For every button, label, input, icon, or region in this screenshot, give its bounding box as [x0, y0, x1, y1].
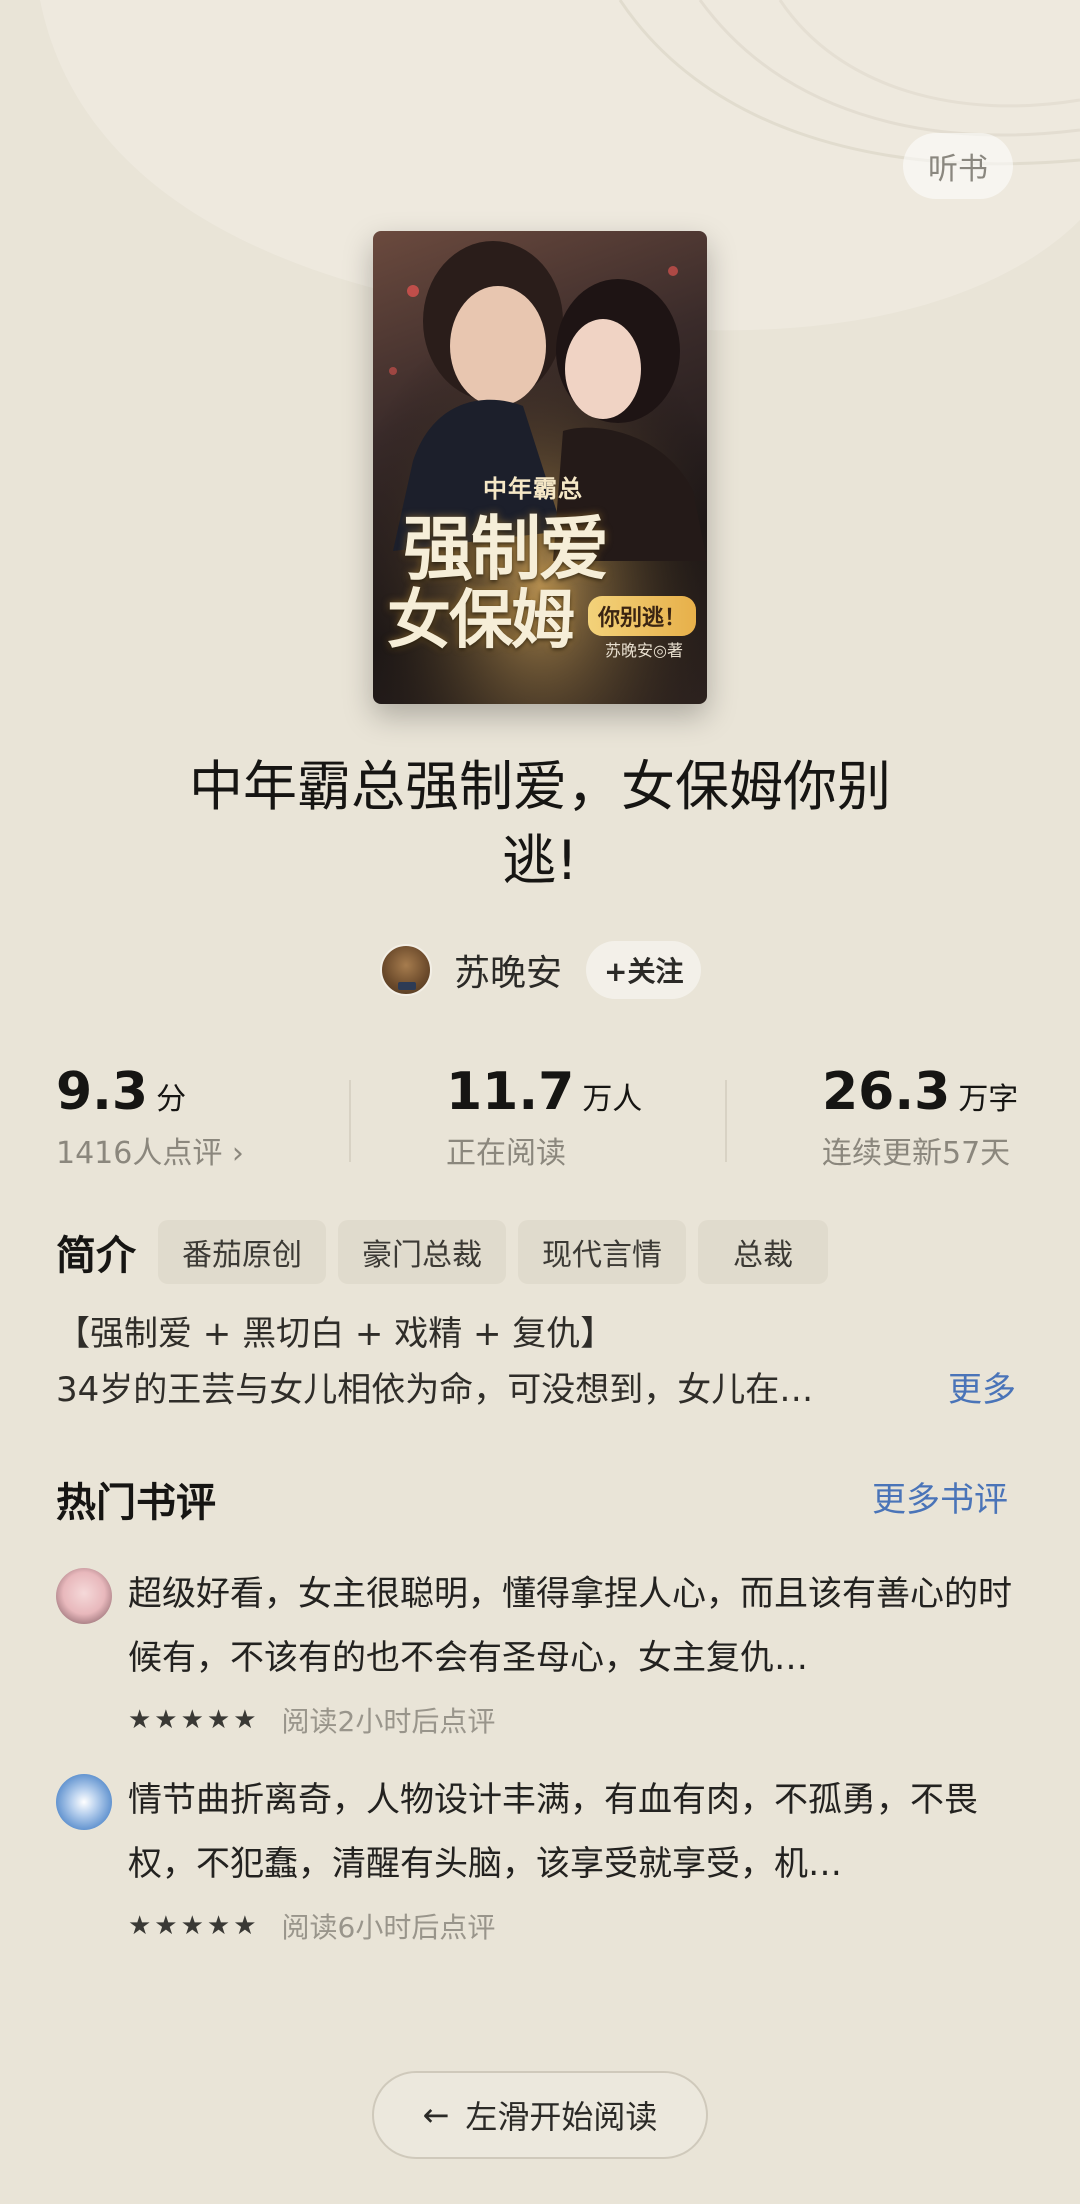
rating-value: 9.3 [56, 1062, 149, 1122]
tag-item[interactable]: 现代言情 [518, 1220, 686, 1284]
follow-button[interactable]: +关注 [586, 941, 702, 999]
review-text: 超级好看，女主很聪明，懂得拿捏人心，而且该有善心的时候有，不该有的也不会有圣母心… [128, 1574, 1012, 1678]
review-time: 阅读6小时后点评 [281, 1911, 496, 1944]
stats-divider [349, 1080, 351, 1162]
reviewer-avatar[interactable] [56, 1568, 112, 1624]
intro-line-1: 【强制爱 + 黑切白 + 戏精 + 复仇】 [56, 1314, 615, 1354]
book-title: 中年霸总强制爱，女保姆你别 逃! [100, 750, 980, 898]
stats-divider [725, 1080, 727, 1162]
update-days: 连续更新57天 [822, 1136, 1011, 1171]
book-title-line-2: 逃! [502, 829, 578, 892]
cover-tag: 你别逃！ [588, 596, 697, 636]
listen-button[interactable]: 听书 [903, 133, 1013, 199]
intro-label: 简介 [56, 1233, 136, 1279]
book-cover[interactable]: 中年霸总 强制爱 女保姆 你别逃！ 苏晚安◎著 [373, 231, 707, 704]
wordcount-unit: 万字 [958, 1082, 1019, 1117]
readers-value: 11.7 [446, 1062, 575, 1122]
more-reviews-link[interactable]: 更多书评 [872, 1472, 1008, 1521]
cover-title-line-2: 女保姆 [387, 583, 575, 658]
author-row: 苏晚安 +关注 [380, 940, 702, 1000]
review-time: 阅读2小时后点评 [281, 1705, 496, 1738]
reviewer-avatar[interactable] [56, 1774, 112, 1830]
intro-header: 简介 番茄原创 豪门总裁 现代言情 总裁 [56, 1220, 840, 1284]
start-reading-button[interactable]: ← 左滑开始阅读 [372, 2071, 708, 2159]
tag-item[interactable]: 番茄原创 [158, 1220, 326, 1284]
readers-unit: 万人 [582, 1082, 643, 1117]
book-title-line-1: 中年霸总强制爱，女保姆你别 [189, 755, 891, 818]
review-meta: ★★★★★ 阅读2小时后点评 [128, 1700, 495, 1740]
rating-stat[interactable]: 9.3 分 1416人点评 › [56, 1062, 244, 1172]
stats-row: 9.3 分 1416人点评 › 11.7 万人 正在阅读 26.3 万字 连续更新57… [0, 1062, 1080, 1182]
author-avatar[interactable] [380, 944, 432, 996]
review-meta: ★★★★★ 阅读6小时后点评 [128, 1906, 495, 1946]
tag-item[interactable]: 豪门总裁 [338, 1220, 506, 1284]
star-rating-icon: ★★★★★ [128, 1911, 260, 1941]
tag-item[interactable]: 总裁 [698, 1220, 828, 1284]
author-name[interactable]: 苏晚安 [454, 944, 562, 996]
star-rating-icon: ★★★★★ [128, 1705, 260, 1735]
rating-count: 1416人点评 › [56, 1136, 244, 1171]
readers-label: 正在阅读 [446, 1136, 566, 1171]
wordcount-stat: 26.3 万字 连续更新57天 [822, 1062, 1018, 1172]
review-text: 情节曲折离奇，人物设计丰满，有血有肉，不孤勇，不畏权，不犯蠢，清醒有头脑，该享受… [128, 1780, 978, 1884]
wordcount-value: 26.3 [822, 1062, 951, 1122]
intro-more-link[interactable]: 更多 [948, 1362, 1016, 1411]
reviews-heading: 热门书评 [56, 1480, 216, 1526]
intro-line-2[interactable]: 34岁的王芸与女儿相依为命，可没想到，女儿在… [56, 1362, 813, 1411]
readers-stat: 11.7 万人 正在阅读 [446, 1062, 642, 1172]
start-reading-label: 左滑开始阅读 [465, 2098, 658, 2136]
rating-unit: 分 [156, 1082, 187, 1117]
arrow-left-icon: ← [422, 2096, 450, 2134]
cover-author: 苏晚安◎著 [605, 641, 683, 660]
